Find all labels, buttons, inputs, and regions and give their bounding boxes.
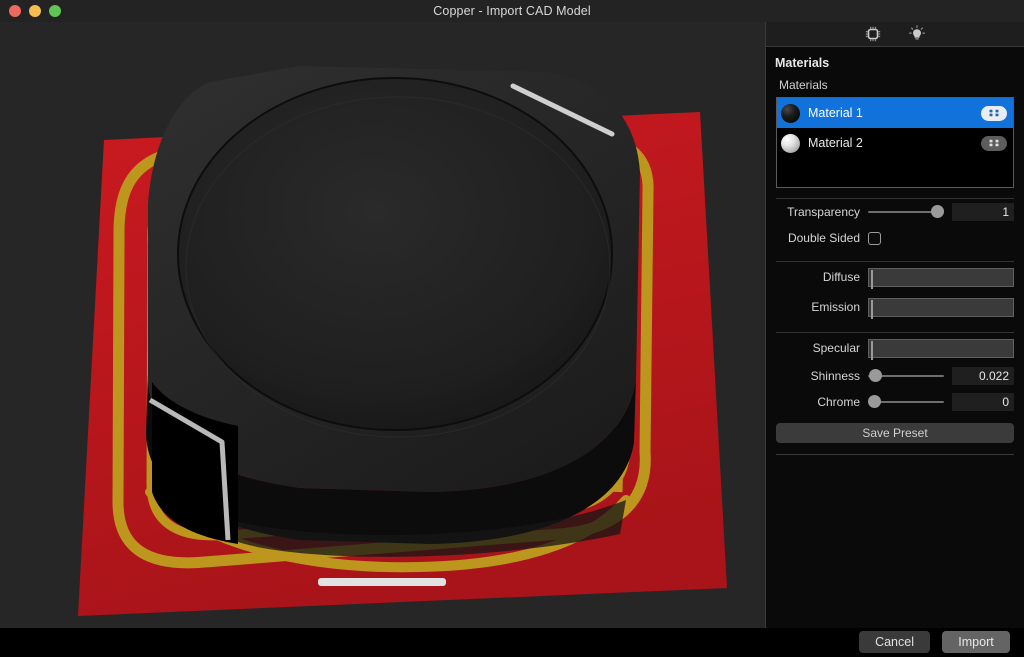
window-title: Copper - Import CAD Model [433, 4, 591, 18]
panel-toolbar [766, 22, 1024, 47]
chrome-value[interactable]: 0 [952, 393, 1014, 411]
emission-color-field[interactable] [868, 297, 1014, 319]
specular-swatch[interactable] [871, 340, 873, 360]
footer-actions: Cancel Import [859, 631, 1010, 653]
list-item-material-1[interactable]: Material 1 [777, 98, 1013, 128]
close-button[interactable] [9, 5, 21, 17]
model-render [0, 22, 765, 628]
materials-list[interactable]: Material 1 Material 2 [776, 97, 1014, 188]
double-sided-row: Double Sided [776, 225, 1014, 251]
material-preview-sphere [781, 103, 800, 123]
diffuse-row: Diffuse [776, 262, 1014, 292]
chip-icon[interactable] [862, 24, 884, 44]
diffuse-label: Diffuse [822, 270, 860, 284]
save-preset-button[interactable]: Save Preset [776, 423, 1014, 443]
coil-top-face [178, 78, 612, 430]
double-sided-checkbox[interactable] [868, 231, 881, 245]
transparency-slider[interactable] [868, 204, 944, 220]
materials-panel: Materials Materials Material 1 Material … [766, 22, 1024, 628]
window-controls [9, 0, 61, 22]
panel-bottom-rule [776, 454, 1014, 455]
material-preview-sphere [781, 133, 800, 153]
cancel-button[interactable]: Cancel [859, 631, 930, 653]
diffuse-color-field[interactable] [868, 267, 1014, 289]
grid-icon[interactable] [981, 135, 1007, 151]
transparency-value[interactable]: 1 [952, 203, 1014, 221]
list-item-material-2[interactable]: Material 2 [777, 128, 1013, 158]
slider-knob[interactable] [868, 395, 881, 408]
emission-label: Emission [811, 300, 860, 314]
materials-section-label: Materials [779, 78, 828, 92]
double-sided-label: Double Sided [787, 231, 860, 245]
grid-icon[interactable] [981, 105, 1007, 121]
footer-bar: Cancel Import [0, 628, 1024, 657]
maximize-button[interactable] [49, 5, 61, 17]
import-button[interactable]: Import [942, 631, 1010, 653]
specular-color-field[interactable] [868, 338, 1014, 360]
minimize-button[interactable] [29, 5, 41, 17]
panel-body: Materials Material 1 Material 2 Transpar… [766, 76, 1024, 455]
chrome-row: Chrome 0 [776, 389, 1014, 415]
specular-label: Specular [812, 341, 860, 355]
terminal-pad-bottom [318, 578, 446, 586]
panel-title: Materials [775, 56, 830, 70]
emission-swatch[interactable] [871, 299, 873, 319]
specular-row: Specular [776, 333, 1014, 363]
model-viewport[interactable] [0, 22, 766, 628]
material-name: Material 2 [808, 136, 863, 150]
emission-row: Emission [776, 292, 1014, 322]
shinness-value[interactable]: 0.022 [952, 367, 1014, 385]
chrome-label: Chrome [817, 395, 860, 409]
shinness-label: Shinness [810, 369, 860, 383]
shinness-slider[interactable] [868, 368, 944, 384]
title-bar: Copper - Import CAD Model [0, 0, 1024, 23]
transparency-label: Transparency [787, 205, 860, 219]
slider-knob[interactable] [931, 205, 944, 218]
light-bulb-icon[interactable] [906, 24, 928, 44]
app-window: Copper - Import CAD Model Materials Mate… [0, 0, 1024, 657]
shinness-row: Shinness 0.022 [776, 363, 1014, 389]
diffuse-swatch[interactable] [871, 269, 873, 289]
slider-knob[interactable] [869, 369, 882, 382]
material-name: Material 1 [808, 106, 863, 120]
chrome-slider[interactable] [868, 394, 944, 410]
transparency-row: Transparency 1 [776, 199, 1014, 225]
